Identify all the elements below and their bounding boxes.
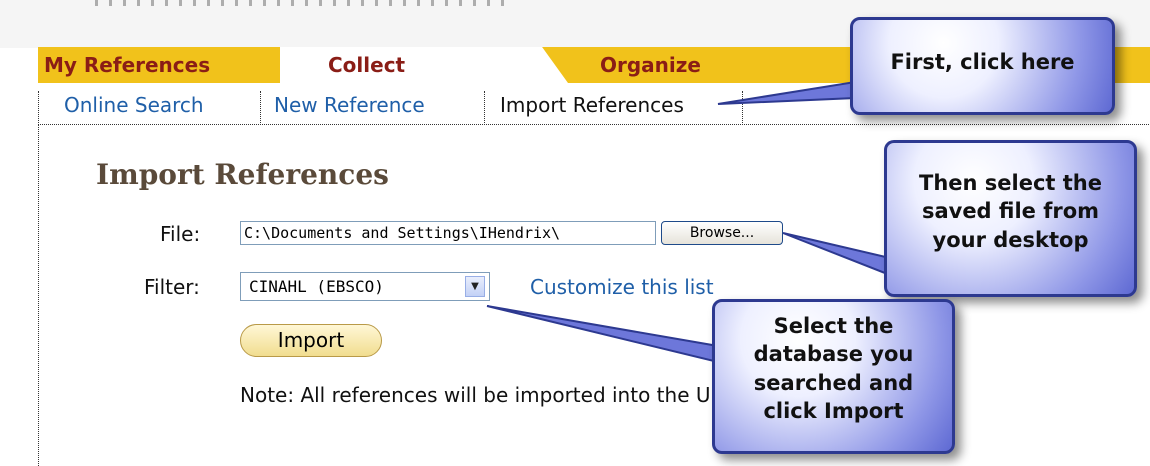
chevron-down-icon[interactable]: ▼: [465, 276, 485, 297]
filter-select[interactable]: CINAHL (EBSCO) ▼: [240, 272, 490, 301]
separator: [484, 91, 485, 123]
tab-organize[interactable]: Organize: [600, 47, 810, 83]
link-online-search[interactable]: Online Search: [64, 93, 204, 117]
callout-first-text: First, click here: [890, 50, 1075, 74]
link-import-references[interactable]: Import References: [500, 93, 684, 117]
callout-line: database you: [753, 342, 914, 367]
callout-first-click: First, click here: [850, 17, 1115, 115]
callout-line: click Import: [763, 399, 904, 424]
cropped-text-remnant: [95, 0, 515, 6]
separator: [742, 91, 743, 123]
callout-select-file: Then select the saved file from your des…: [884, 140, 1137, 297]
separator: [260, 91, 261, 123]
browse-button[interactable]: Browse...: [661, 221, 783, 245]
separator: [38, 91, 39, 123]
callout-line: searched and: [753, 370, 914, 395]
tab-collect[interactable]: Collect: [280, 47, 568, 83]
callout-line: your desktop: [932, 227, 1089, 252]
callout-line: Select the: [773, 314, 894, 338]
callout-line: Then select the: [919, 171, 1102, 195]
filter-label: Filter:: [144, 275, 200, 299]
callout-line: saved file from: [921, 199, 1100, 224]
page-title: Import References: [96, 158, 389, 191]
callout-select-database: Select the database you searched and cli…: [712, 299, 955, 454]
customize-list-link[interactable]: Customize this list: [530, 275, 714, 299]
filter-selected-value: CINAHL (EBSCO): [249, 277, 384, 296]
file-path-input[interactable]: C:\Documents and Settings\IHendrix\: [240, 221, 656, 245]
link-new-reference[interactable]: New Reference: [274, 93, 425, 117]
import-button[interactable]: Import: [240, 324, 382, 357]
tab-my-references[interactable]: My References: [38, 47, 296, 83]
file-label: File:: [160, 222, 201, 246]
